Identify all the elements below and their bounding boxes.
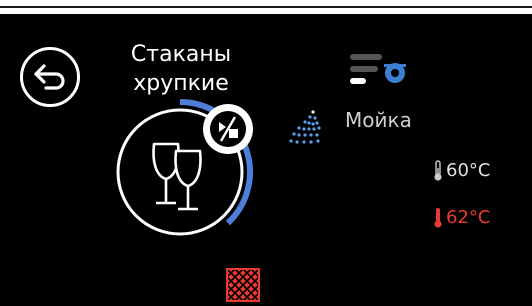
wine-glasses-icon	[152, 142, 202, 211]
filter-status-icon	[350, 54, 406, 84]
program-title: Стаканы хрупкие	[116, 40, 246, 98]
grid-alert-icon[interactable]	[226, 268, 260, 302]
actual-temperature: 62°C	[433, 206, 490, 230]
dishwasher-screen: Стаканы хрупкие Мойка 60°C 62°C	[0, 14, 532, 306]
program-title-line1: Стаканы	[130, 42, 232, 67]
thermometer-icon	[434, 160, 442, 181]
spray-icon	[289, 110, 321, 144]
half-load-icon	[210, 111, 246, 147]
wash-phase-label: Мойка	[345, 108, 412, 132]
back-button[interactable]	[20, 47, 80, 107]
thermometer-hot-icon	[434, 208, 442, 228]
top-border	[0, 6, 532, 8]
back-arrow-icon	[34, 64, 65, 90]
target-temperature-value: 60°C	[446, 160, 491, 181]
target-temperature: 60°C	[433, 159, 490, 183]
half-load-button[interactable]	[203, 104, 253, 154]
actual-temperature-value: 62°C	[446, 207, 491, 228]
